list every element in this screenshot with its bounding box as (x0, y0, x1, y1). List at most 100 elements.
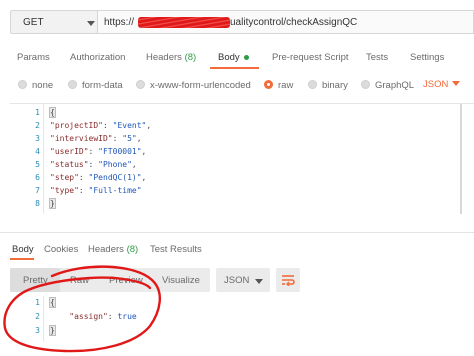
response-tab-body[interactable]: Body (12, 244, 34, 255)
response-format-label: JSON (224, 275, 250, 286)
radio-none[interactable]: none (18, 80, 53, 92)
active-tab-indicator (210, 67, 259, 69)
tab-params[interactable]: Params (17, 52, 50, 63)
code-line: "userID": "FT00001", (50, 147, 147, 156)
radio-raw[interactable]: raw (264, 80, 293, 92)
code-line: "type": "Full-time" (50, 186, 142, 195)
tab-headers[interactable]: Headers (8) (146, 52, 196, 63)
tab-label: Cookies (44, 244, 79, 255)
open-brace: { (49, 107, 56, 118)
close-brace: } (49, 198, 56, 209)
json-value: true (117, 312, 137, 321)
request-body-editor[interactable]: 1 2 3 4 5 6 7 8 { "projectID": "Event", … (10, 103, 474, 214)
tab-label: Body (218, 52, 240, 63)
tab-label: Headers (146, 52, 182, 63)
view-preview-button[interactable]: Preview (109, 275, 143, 286)
view-visualize-button[interactable]: Visualize (162, 275, 200, 286)
tab-settings[interactable]: Settings (410, 52, 444, 63)
tab-authorization[interactable]: Authorization (70, 52, 125, 63)
json-value: "FT00001" (98, 147, 142, 156)
json-value: "PendQC(1)" (88, 173, 142, 182)
wrap-lines-button[interactable] (276, 268, 300, 292)
radio-label: form-data (82, 80, 123, 91)
view-pretty-button[interactable]: Pretty (23, 275, 48, 286)
json-value: "Full-time" (88, 186, 142, 195)
caret-down-icon (452, 81, 461, 86)
radio-label: none (32, 80, 54, 91)
tab-tests[interactable]: Tests (366, 52, 388, 63)
tab-label: Pre-request Script (272, 52, 349, 63)
radio-selected-icon (264, 80, 273, 89)
tab-count: (8) (184, 52, 197, 63)
json-key: "status" (50, 160, 89, 169)
open-brace: { (49, 297, 56, 308)
editor-scrollbar[interactable] (460, 104, 462, 214)
url-input[interactable]: https:// ualitycontrol/checkAssignQC (98, 10, 474, 34)
response-tab-cookies[interactable]: Cookies (44, 244, 78, 255)
close-brace: } (49, 325, 56, 336)
method-select[interactable]: GET (10, 10, 98, 34)
radio-icon (68, 80, 77, 89)
code-line: "projectID": "Event", (50, 121, 152, 130)
radio-icon (308, 80, 317, 89)
radio-form-data[interactable]: form-data (68, 80, 123, 92)
radio-icon (18, 80, 27, 89)
caret-down-icon (87, 21, 95, 26)
tab-label: Tests (366, 52, 389, 63)
tab-label: Test Results (150, 244, 202, 255)
url-suffix: ualitycontrol/checkAssignQC (230, 17, 358, 28)
line-number: 3 (35, 134, 40, 143)
radio-icon (361, 80, 370, 89)
code-line: "status": "Phone", (50, 160, 137, 169)
radio-binary[interactable]: binary (308, 80, 348, 92)
json-key: "step" (50, 173, 79, 182)
line-number: 2 (35, 312, 40, 321)
json-key: "type" (50, 186, 79, 195)
json-key: "userID" (50, 147, 89, 156)
caret-down-icon (255, 279, 263, 284)
json-value: "Phone" (98, 160, 132, 169)
line-number: 1 (35, 298, 40, 307)
wrap-lines-icon (282, 275, 295, 286)
line-number: 7 (35, 186, 40, 195)
response-tab-headers[interactable]: Headers (8) (88, 244, 138, 255)
json-key: "interviewID" (50, 134, 113, 143)
json-key: "assign" (69, 312, 108, 321)
json-value: "Event" (112, 121, 147, 130)
code-line: } (49, 198, 56, 209)
line-number: 4 (35, 147, 40, 156)
code-line: "step": "PendQC(1)", (50, 173, 147, 182)
url-redaction (138, 17, 230, 28)
code-line: { (49, 107, 56, 118)
radio-x-www-form-urlencoded[interactable]: x-www-form-urlencoded (136, 80, 251, 92)
code-line: } (49, 325, 56, 336)
line-number: 5 (35, 160, 40, 169)
radio-label: binary (322, 80, 348, 91)
tab-count: (8) (126, 244, 139, 255)
response-body-viewer[interactable]: 1 2 3 { "assign": true } (10, 296, 160, 342)
url-prefix: https:// (104, 17, 135, 28)
tab-pre-request-script[interactable]: Pre-request Script (272, 52, 349, 63)
response-format-select[interactable]: JSON (216, 268, 270, 292)
active-tab-indicator (10, 258, 34, 260)
line-number-gutter: 1 2 3 (10, 296, 44, 342)
radio-label: raw (278, 80, 294, 91)
code-line: "assign": true (69, 312, 137, 321)
view-raw-button[interactable]: Raw (70, 275, 89, 286)
tab-label: Headers (88, 244, 124, 255)
line-number: 6 (35, 173, 40, 182)
radio-icon (136, 80, 145, 89)
section-divider (0, 232, 474, 233)
code-line: "interviewID": "5", (50, 134, 142, 143)
response-tab-test-results[interactable]: Test Results (150, 244, 202, 255)
line-number: 8 (35, 199, 40, 208)
modified-dot-icon (243, 54, 249, 60)
radio-graphql[interactable]: GraphQL (361, 80, 414, 92)
json-key: "projectID" (50, 121, 103, 130)
tab-body[interactable]: Body (218, 52, 249, 63)
line-number-gutter: 1 2 3 4 5 6 7 8 (10, 104, 44, 214)
method-label: GET (23, 17, 44, 28)
body-format-label: JSON (423, 79, 449, 90)
tab-label: Authorization (70, 52, 126, 63)
body-format-select[interactable]: JSON (423, 79, 461, 90)
